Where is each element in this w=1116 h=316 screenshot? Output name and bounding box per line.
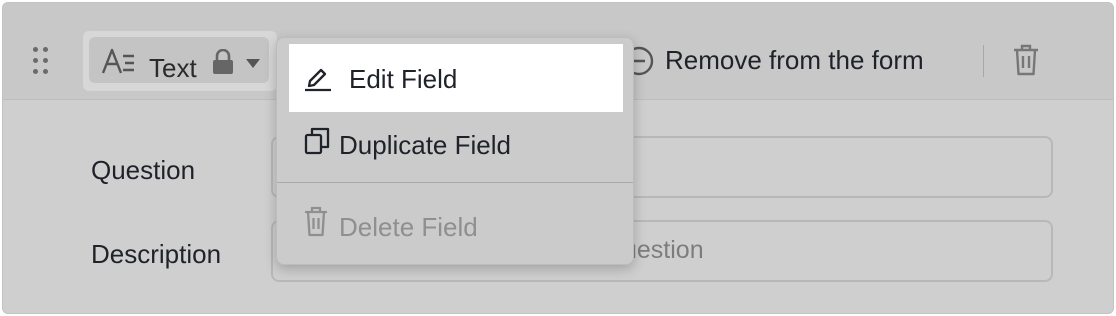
text-type-icon [101,48,134,74]
copy-icon [304,127,330,155]
menu-item-label: Edit Field [349,64,458,94]
toolbar-divider [983,45,984,77]
drag-handle-icon[interactable] [31,45,51,77]
menu-item-label: Duplicate Field [339,130,511,160]
caret-down-icon [246,59,260,68]
field-actions-menu: Edit Field Duplicate Field Delete Field [276,37,634,265]
remove-from-form-label: Remove from the form [665,45,924,75]
edit-icon [305,68,331,92]
description-placeholder: uestion [623,236,704,264]
menu-item-edit-field[interactable]: Edit Field [289,44,623,112]
menu-item-label: Delete Field [339,212,478,242]
menu-item-duplicate-field[interactable]: Duplicate Field [277,112,633,174]
field-type-label: Text [149,53,197,83]
description-label: Description [91,239,222,269]
menu-divider [277,182,633,183]
trash-icon [305,206,327,237]
menu-item-delete-field[interactable]: Delete Field [277,194,633,256]
trash-icon[interactable] [1011,43,1041,77]
lock-icon [213,49,233,74]
field-type-selector[interactable]: Text [83,31,277,91]
form-field-editor: Text Remove from the form Question Descr… [2,2,1114,314]
question-label: Question [91,155,196,185]
